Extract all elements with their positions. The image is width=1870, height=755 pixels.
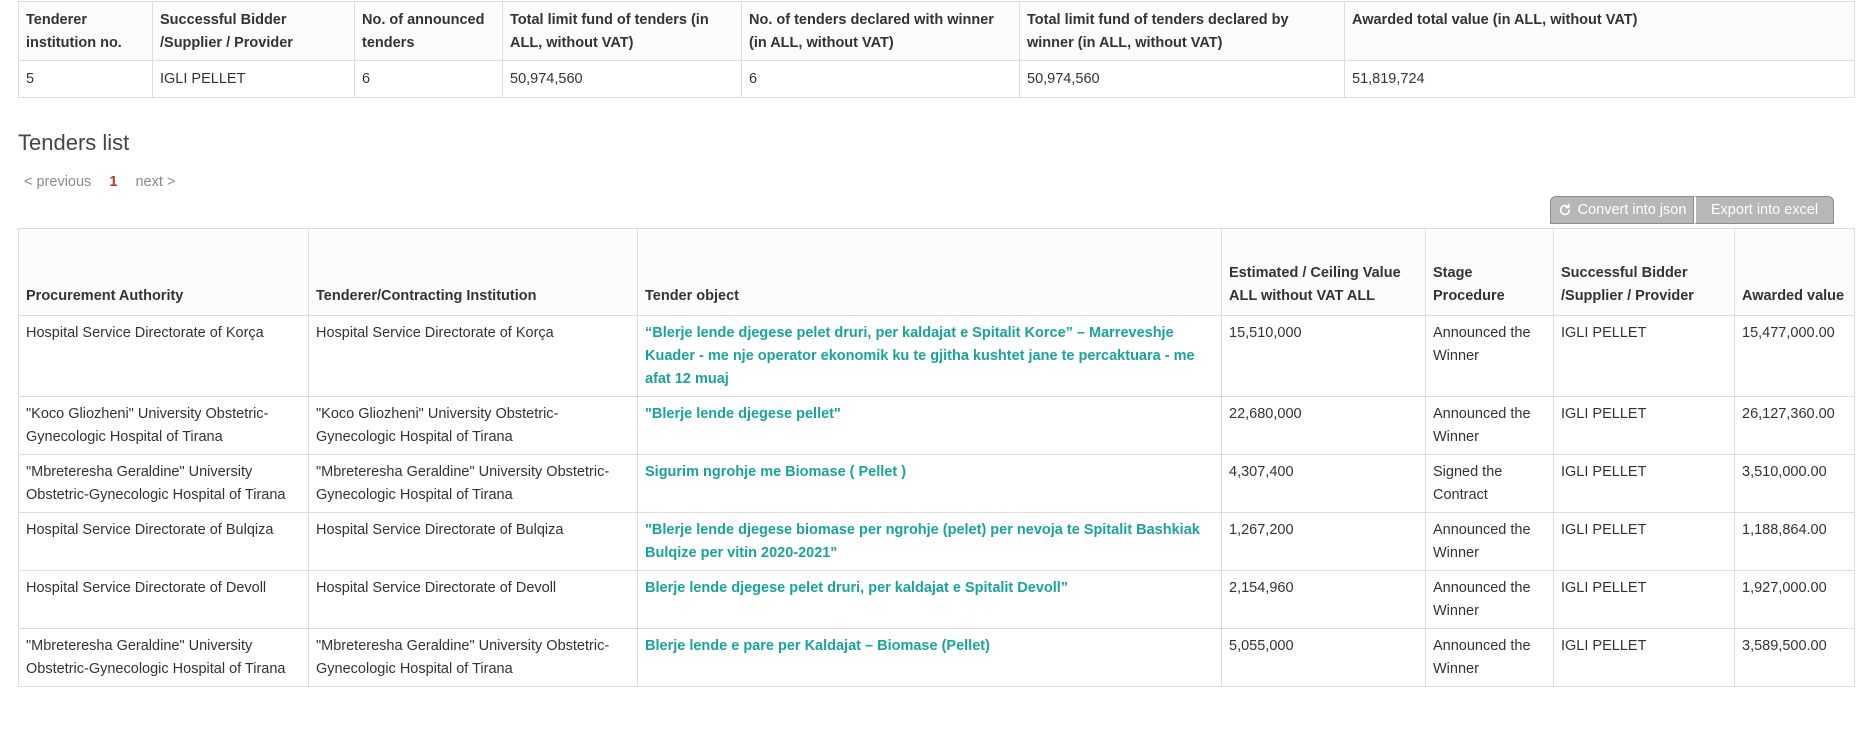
summary-header-limit-fund-with-winner: Total limit fund of tenders declared by … [1019,1,1345,61]
tender-object-link[interactable]: Blerje lende djegese pelet druri, per ka… [637,570,1222,629]
cell-stage-procedure: Announced the Winner [1425,570,1554,629]
cell-stage-procedure: Announced the Winner [1425,396,1554,455]
refresh-icon [1559,203,1570,216]
pagination-current-page[interactable]: 1 [109,174,117,190]
summary-header-awarded-total: Awarded total value (in ALL, without VAT… [1344,1,1855,61]
cell-estimated-value: 4,307,400 [1221,454,1426,513]
cell-procurement-authority: Hospital Service Directorate of Korça [18,315,309,397]
export-excel-button[interactable]: Export into excel [1694,196,1834,224]
header-contracting-institution: Tenderer/Contracting Institution [308,228,638,316]
convert-json-label: Convert into json [1577,202,1687,218]
cell-contracting-institution: "Mbreteresha Geraldine" University Obste… [308,454,638,513]
summary-header-bidder: Successful Bidder /Supplier / Provider [152,1,355,61]
cell-estimated-value: 22,680,000 [1221,396,1426,455]
summary-table: Tenderer institution no. Successful Bidd… [18,1,1855,98]
cell-successful-bidder: IGLI PELLET [1553,396,1735,455]
pagination: < previous 1 next > [24,174,189,190]
cell-stage-procedure: Announced the Winner [1425,512,1554,571]
header-tender-object: Tender object [637,228,1222,316]
cell-awarded-value: 3,510,000.00 [1734,454,1855,513]
cell-stage-procedure: Announced the Winner [1425,628,1554,687]
table-row: Hospital Service Directorate of Bulqiza … [18,512,1855,571]
pagination-previous-link[interactable]: < previous [24,174,91,190]
cell-procurement-authority: Hospital Service Directorate of Devoll [18,570,309,629]
cell-successful-bidder: IGLI PELLET [1553,628,1735,687]
cell-awarded-value: 15,477,000.00 [1734,315,1855,397]
export-toolbar: Convert into json Export into excel [1550,196,1834,224]
cell-awarded-value: 26,127,360.00 [1734,396,1855,455]
header-procurement-authority: Procurement Authority [18,228,309,316]
cell-procurement-authority: "Mbreteresha Geraldine" University Obste… [18,454,309,513]
table-row: "Mbreteresha Geraldine" University Obste… [18,628,1855,687]
tenders-header-row: Procurement Authority Tenderer/Contracti… [18,228,1855,316]
cell-estimated-value: 2,154,960 [1221,570,1426,629]
cell-contracting-institution: "Mbreteresha Geraldine" University Obste… [308,628,638,687]
summary-header-row: Tenderer institution no. Successful Bidd… [18,1,1855,61]
cell-contracting-institution: Hospital Service Directorate of Bulqiza [308,512,638,571]
summary-cell-total-limit-fund: 50,974,560 [502,60,742,98]
tenders-table: Procurement Authority Tenderer/Contracti… [18,228,1855,687]
export-excel-label: Export into excel [1710,202,1819,218]
tender-object-link[interactable]: Blerje lende e pare per Kaldajat – Bioma… [637,628,1222,687]
page: Tenderer institution no. Successful Bidd… [0,0,1870,755]
cell-successful-bidder: IGLI PELLET [1553,512,1735,571]
convert-json-button[interactable]: Convert into json [1550,196,1694,224]
summary-cell-limit-fund-with-winner: 50,974,560 [1019,60,1345,98]
summary-cell-institution-no: 5 [18,60,153,98]
summary-header-announced-tenders: No. of announced tenders [354,1,503,61]
header-awarded-value: Awarded value [1734,228,1855,316]
cell-contracting-institution: "Koco Gliozheni" University Obstetric-Gy… [308,396,638,455]
summary-cell-tenders-with-winner: 6 [741,60,1020,98]
tenders-list-title: Tenders list [18,130,130,155]
cell-awarded-value: 3,589,500.00 [1734,628,1855,687]
summary-header-total-limit-fund: Total limit fund of tenders (in ALL, wit… [502,1,742,61]
cell-procurement-authority: "Koco Gliozheni" University Obstetric-Gy… [18,396,309,455]
cell-estimated-value: 5,055,000 [1221,628,1426,687]
summary-header-institution-no: Tenderer institution no. [18,1,153,61]
cell-successful-bidder: IGLI PELLET [1553,454,1735,513]
table-row: Hospital Service Directorate of Devoll H… [18,570,1855,629]
cell-stage-procedure: Signed the Contract [1425,454,1554,513]
cell-contracting-institution: Hospital Service Directorate of Korça [308,315,638,397]
cell-procurement-authority: Hospital Service Directorate of Bulqiza [18,512,309,571]
header-successful-bidder: Successful Bidder /Supplier / Provider [1553,228,1735,316]
table-row: Hospital Service Directorate of Korça Ho… [18,315,1855,397]
summary-cell-awarded-total: 51,819,724 [1344,60,1855,98]
table-row: "Koco Gliozheni" University Obstetric-Gy… [18,396,1855,455]
cell-awarded-value: 1,927,000.00 [1734,570,1855,629]
cell-successful-bidder: IGLI PELLET [1553,315,1735,397]
tender-object-link[interactable]: "Blerje lende djegese biomase per ngrohj… [637,512,1222,571]
cell-contracting-institution: Hospital Service Directorate of Devoll [308,570,638,629]
cell-estimated-value: 15,510,000 [1221,315,1426,397]
header-estimated-value: Estimated / Ceiling Value ALL without VA… [1221,228,1426,316]
table-row: "Mbreteresha Geraldine" University Obste… [18,454,1855,513]
tender-object-link[interactable]: “Blerje lende djegese pelet druri, per k… [637,315,1222,397]
cell-stage-procedure: Announced the Winner [1425,315,1554,397]
header-stage-procedure: Stage Procedure [1425,228,1554,316]
tender-object-link[interactable]: "Blerje lende djegese pellet" [637,396,1222,455]
summary-row: 5 IGLI PELLET 6 50,974,560 6 50,974,560 … [18,60,1855,98]
pagination-next-link[interactable]: next > [135,174,175,190]
summary-header-tenders-with-winner: No. of tenders declared with winner (in … [741,1,1020,61]
cell-estimated-value: 1,267,200 [1221,512,1426,571]
cell-successful-bidder: IGLI PELLET [1553,570,1735,629]
summary-cell-bidder: IGLI PELLET [152,60,355,98]
tender-object-link[interactable]: Sigurim ngrohje me Biomase ( Pellet ) [637,454,1222,513]
summary-cell-announced-tenders: 6 [354,60,503,98]
cell-awarded-value: 1,188,864.00 [1734,512,1855,571]
cell-procurement-authority: "Mbreteresha Geraldine" University Obste… [18,628,309,687]
